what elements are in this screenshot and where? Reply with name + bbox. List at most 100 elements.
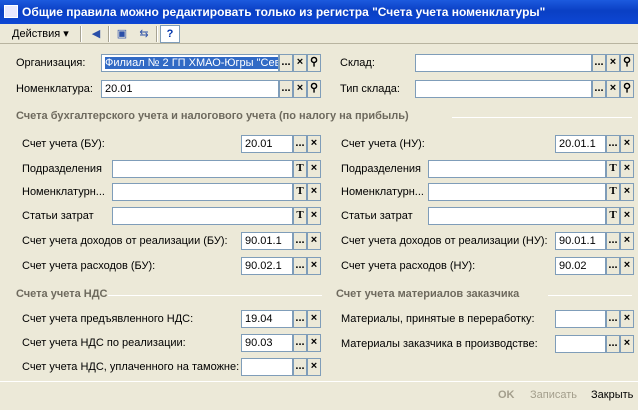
group-divider: [108, 295, 322, 296]
nu-dept-label: Подразделения: [341, 163, 421, 175]
bu-nom-field[interactable]: [112, 183, 293, 201]
nu-dept-text-icon[interactable]: T: [606, 160, 620, 178]
save-button[interactable]: Записать: [526, 386, 581, 404]
nom-select-button[interactable]: ...: [279, 80, 293, 98]
vat-sale-field[interactable]: 90.03: [241, 334, 293, 352]
footer-divider: [0, 381, 638, 382]
dropdown-arrow-icon: ▾: [63, 28, 69, 40]
window-title: Общие правила можно редактировать только…: [0, 0, 638, 24]
nu-account-select-button[interactable]: ...: [606, 135, 620, 153]
bu-cost-clear-icon[interactable]: ×: [307, 207, 321, 225]
bu-expense-field[interactable]: 90.02.1: [241, 257, 293, 275]
whtype-clear-icon[interactable]: ×: [606, 80, 620, 98]
nom-search-icon[interactable]: ⚲: [307, 80, 321, 98]
org-search-icon[interactable]: ⚲: [307, 54, 321, 72]
vat-presented-label: Счет учета предъявленного НДС:: [22, 313, 194, 325]
whtype-select-button[interactable]: ...: [592, 80, 606, 98]
vat-sale-clear-icon[interactable]: ×: [307, 334, 321, 352]
nu-nom-field[interactable]: [428, 183, 606, 201]
group-customer-title: Счет учета материалов заказчика: [336, 288, 520, 300]
nu-expense-clear-icon[interactable]: ×: [620, 257, 634, 275]
toolbar-separator: [156, 26, 158, 42]
cust-processing-label: Материалы, принятые в переработку:: [341, 313, 535, 325]
nu-account-field[interactable]: 20.01.1: [555, 135, 606, 153]
bu-dept-clear-icon[interactable]: ×: [307, 160, 321, 178]
whtype-field[interactable]: [415, 80, 592, 98]
nu-dept-clear-icon[interactable]: ×: [620, 160, 634, 178]
bu-income-clear-icon[interactable]: ×: [307, 232, 321, 250]
nu-expense-field[interactable]: 90.02: [555, 257, 606, 275]
warehouse-search-icon[interactable]: ⚲: [620, 54, 634, 72]
org-select-button[interactable]: ...: [279, 54, 293, 72]
cust-production-select-button[interactable]: ...: [606, 335, 620, 353]
nom-label: Номенклатура:: [16, 83, 93, 95]
group-divider: [452, 117, 632, 118]
warehouse-select-button[interactable]: ...: [592, 54, 606, 72]
nu-expense-select-button[interactable]: ...: [606, 257, 620, 275]
cust-processing-field[interactable]: [555, 310, 606, 328]
group-accounts-title: Счета бухгалтерского учета и налогового …: [16, 110, 409, 122]
nu-nom-clear-icon[interactable]: ×: [620, 183, 634, 201]
vat-presented-clear-icon[interactable]: ×: [307, 310, 321, 328]
bu-dept-field[interactable]: [112, 160, 293, 178]
cust-processing-select-button[interactable]: ...: [606, 310, 620, 328]
cust-production-clear-icon[interactable]: ×: [620, 335, 634, 353]
actions-menu[interactable]: Действия ▾: [12, 26, 69, 42]
nu-nom-text-icon[interactable]: T: [606, 183, 620, 201]
org-field[interactable]: Филиал № 2 ГП ХМАО-Югры "Сев: [101, 54, 279, 72]
ok-button[interactable]: OK: [494, 386, 519, 404]
nu-cost-clear-icon[interactable]: ×: [620, 207, 634, 225]
refresh-icon[interactable]: ⇆: [134, 25, 154, 43]
bu-income-select-button[interactable]: ...: [293, 232, 307, 250]
bu-nom-clear-icon[interactable]: ×: [307, 183, 321, 201]
group-divider: [548, 295, 632, 296]
nom-field[interactable]: 20.01: [101, 80, 279, 98]
bu-nom-text-icon[interactable]: T: [293, 183, 307, 201]
bu-account-clear-icon[interactable]: ×: [307, 135, 321, 153]
vat-sale-select-button[interactable]: ...: [293, 334, 307, 352]
toolbar-separator: [80, 26, 82, 42]
vat-customs-label: Счет учета НДС, уплаченного на таможне:: [22, 361, 240, 373]
whtype-label: Тип склада:: [340, 83, 400, 95]
help-icon[interactable]: ?: [160, 25, 180, 43]
bu-account-field[interactable]: 20.01: [241, 135, 293, 153]
close-button[interactable]: Закрыть: [587, 386, 637, 404]
org-label: Организация:: [16, 57, 86, 69]
cust-processing-clear-icon[interactable]: ×: [620, 310, 634, 328]
nu-dept-field[interactable]: [428, 160, 606, 178]
vat-presented-select-button[interactable]: ...: [293, 310, 307, 328]
nu-income-label: Счет учета доходов от реализации (НУ):: [341, 235, 548, 247]
warehouse-field[interactable]: [415, 54, 592, 72]
arrow-left-icon[interactable]: ◀: [86, 25, 106, 43]
nu-income-select-button[interactable]: ...: [606, 232, 620, 250]
document-icon[interactable]: ▣: [112, 25, 132, 43]
cust-production-field[interactable]: [555, 335, 606, 353]
vat-presented-field[interactable]: 19.04: [241, 310, 293, 328]
vat-customs-field[interactable]: [241, 358, 293, 376]
nu-cost-text-icon[interactable]: T: [606, 207, 620, 225]
actions-label: Действия: [12, 28, 61, 40]
vat-sale-label: Счет учета НДС по реализации:: [22, 337, 186, 349]
vat-customs-clear-icon[interactable]: ×: [307, 358, 321, 376]
nu-account-clear-icon[interactable]: ×: [620, 135, 634, 153]
bu-income-field[interactable]: 90.01.1: [241, 232, 293, 250]
org-clear-icon[interactable]: ×: [293, 54, 307, 72]
bu-expense-select-button[interactable]: ...: [293, 257, 307, 275]
whtype-search-icon[interactable]: ⚲: [620, 80, 634, 98]
nu-income-clear-icon[interactable]: ×: [620, 232, 634, 250]
nom-clear-icon[interactable]: ×: [293, 80, 307, 98]
bu-cost-text-icon[interactable]: T: [293, 207, 307, 225]
warehouse-clear-icon[interactable]: ×: [606, 54, 620, 72]
bu-expense-clear-icon[interactable]: ×: [307, 257, 321, 275]
nu-income-field[interactable]: 90.01.1: [555, 232, 606, 250]
bu-cost-label: Статьи затрат: [22, 210, 94, 222]
bu-cost-field[interactable]: [112, 207, 293, 225]
nu-cost-label: Статьи затрат: [341, 210, 413, 222]
bu-dept-text-icon[interactable]: T: [293, 160, 307, 178]
window-icon: [4, 5, 18, 18]
bu-account-select-button[interactable]: ...: [293, 135, 307, 153]
vat-customs-select-button[interactable]: ...: [293, 358, 307, 376]
group-vat-title: Счета учета НДС: [16, 288, 108, 300]
bu-account-label: Счет учета (БУ):: [22, 138, 105, 150]
nu-cost-field[interactable]: [428, 207, 606, 225]
